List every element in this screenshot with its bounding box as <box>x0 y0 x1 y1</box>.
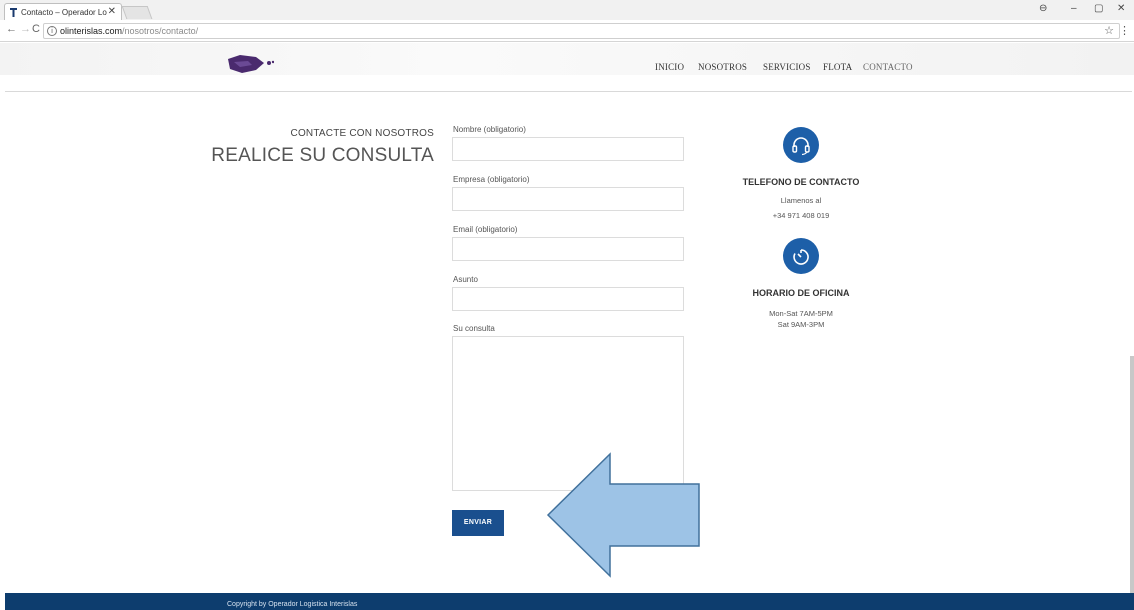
window-close-icon[interactable]: ✕ <box>1117 3 1125 14</box>
asunto-label: Asunto <box>453 275 478 284</box>
header-map-background <box>0 43 1134 75</box>
minimize-icon[interactable]: – <box>1071 3 1077 14</box>
nav-nosotros[interactable]: NOSOTROS <box>698 62 747 72</box>
nombre-label: Nombre (obligatorio) <box>453 125 526 134</box>
submit-button[interactable]: ENVIAR <box>452 510 504 536</box>
hours-title: HORARIO DE OFICINA <box>752 288 850 298</box>
nav-inicio[interactable]: INICIO <box>655 62 684 72</box>
empresa-label: Empresa (obligatorio) <box>453 175 530 184</box>
email-label: Email (obligatorio) <box>453 225 518 234</box>
nav-flota[interactable]: FLOTA <box>823 62 852 72</box>
back-icon[interactable]: ← <box>6 23 17 35</box>
phone-line1: Llamenos al <box>780 196 822 205</box>
header-divider <box>5 91 1132 92</box>
tab-close-icon[interactable]: ✕ <box>108 6 116 17</box>
reload-icon[interactable]: C <box>32 23 40 35</box>
headset-icon <box>792 137 810 156</box>
nav-contacto[interactable]: CONTACTO <box>863 62 913 72</box>
browser-tabstrip: Contacto – Operador Lo ✕ ⊖ – ▢ ✕ <box>0 0 1134 20</box>
hours-line1: Mon-Sat 7AM-5PM <box>769 309 833 318</box>
footer-copyright: Copyright by Operador Logistica Interisl… <box>227 601 358 608</box>
contact-eyebrow: CONTACTE CON NOSOTROS <box>290 128 434 139</box>
browser-menu-icon[interactable]: ⋮ <box>1119 24 1130 37</box>
hours-line2: Sat 9AM-3PM <box>777 320 825 329</box>
browser-toolbar: ← → C i olinterislas.com/nosotros/contac… <box>0 20 1134 42</box>
consulta-label: Su consulta <box>453 324 495 333</box>
page-title: REALICE SU CONSULTA <box>211 145 434 166</box>
bookmark-star-icon[interactable]: ☆ <box>1104 24 1114 37</box>
forward-icon[interactable]: → <box>20 23 31 35</box>
site-info-icon[interactable]: i <box>47 26 57 36</box>
site-footer <box>5 593 1134 610</box>
favicon-icon <box>10 8 17 17</box>
url-host: olinterislas.com <box>60 26 123 36</box>
phone-title: TELEFONO DE CONTACTO <box>742 177 860 187</box>
url-path: /nosotros/contacto/ <box>122 26 199 36</box>
nombre-input[interactable] <box>452 137 684 161</box>
site-logo[interactable] <box>226 53 274 75</box>
phone-circle <box>783 127 819 163</box>
page-scrollbar[interactable] <box>1130 356 1134 594</box>
new-tab-button[interactable] <box>121 6 153 19</box>
phone-number[interactable]: +34 971 408 019 <box>701 211 901 220</box>
email-input[interactable] <box>452 237 684 261</box>
timer-icon <box>793 249 809 265</box>
asunto-input[interactable] <box>452 287 684 311</box>
nav-servicios[interactable]: SERVICIOS <box>763 62 811 72</box>
empresa-input[interactable] <box>452 187 684 211</box>
address-bar[interactable]: i olinterislas.com/nosotros/contacto/ <box>43 23 1120 39</box>
tab-title: Contacto – Operador Lo <box>21 8 107 17</box>
profile-icon[interactable]: ⊖ <box>1039 3 1047 14</box>
browser-tab[interactable]: Contacto – Operador Lo ✕ <box>4 3 122 20</box>
hours-circle <box>783 238 819 274</box>
consulta-textarea[interactable] <box>452 336 684 491</box>
restore-icon[interactable]: ▢ <box>1094 3 1103 14</box>
